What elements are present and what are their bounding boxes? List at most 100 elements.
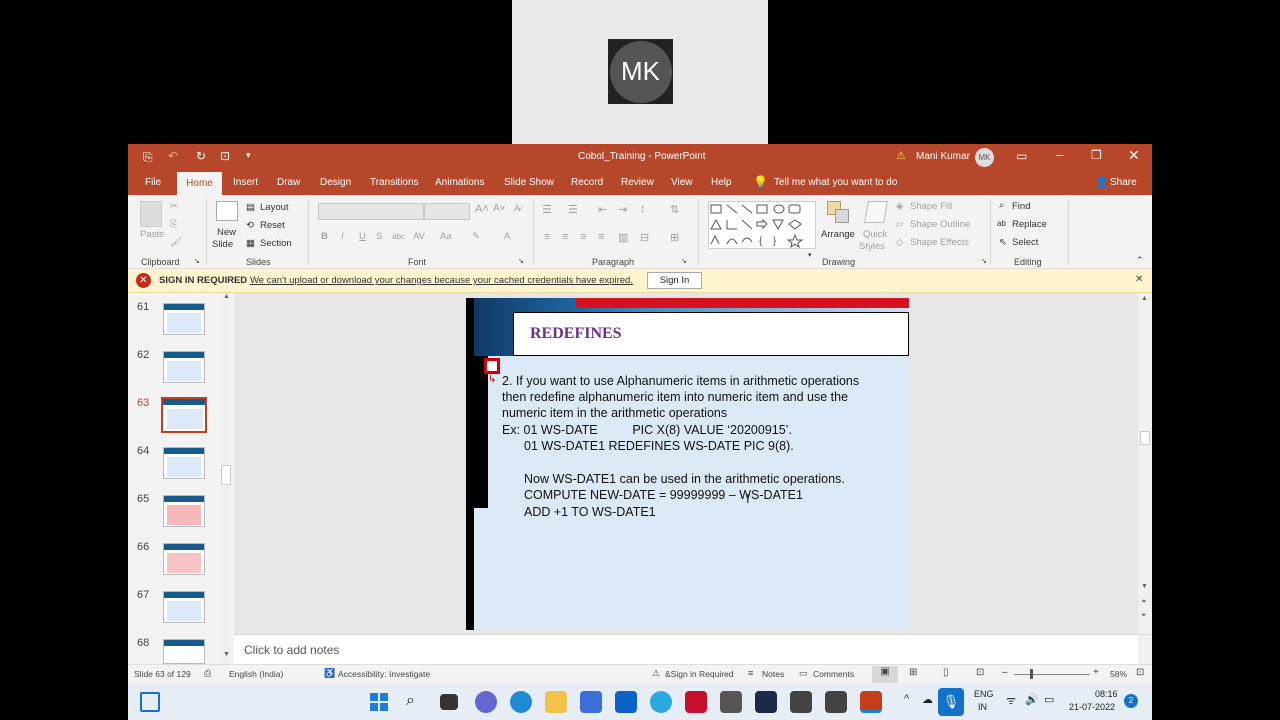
shapes-more-icon[interactable]: ▾ [808, 251, 812, 259]
new-slide-button-label2[interactable]: Slide [212, 239, 233, 250]
tab-design[interactable]: Design [320, 177, 351, 188]
tab-record[interactable]: Record [571, 177, 603, 188]
slide-thumbnail[interactable] [163, 447, 205, 479]
minimize-icon[interactable]: – [1056, 147, 1063, 162]
language-line1[interactable]: ENG [974, 689, 994, 699]
scroll-down-icon[interactable]: ▼ [223, 651, 230, 658]
slide-thumbnail[interactable] [163, 543, 205, 575]
bullets-icon[interactable]: ☰ [542, 203, 552, 216]
sign-in-button[interactable]: Sign In [647, 272, 702, 289]
section-button[interactable]: Section [260, 238, 292, 249]
numbering-icon[interactable]: ☰ [568, 203, 578, 216]
paragraph-launcher-icon[interactable]: ↘ [681, 257, 687, 265]
store-icon[interactable] [580, 691, 602, 713]
clipboard-launcher-icon[interactable]: ↘ [194, 257, 200, 265]
drawing-launcher-icon[interactable]: ↘ [981, 257, 987, 265]
clock-date[interactable]: 21-07-2022 [1069, 702, 1115, 712]
app-icon-5[interactable] [825, 691, 847, 713]
slide-thumbnail-selected[interactable] [161, 397, 207, 433]
tab-slide-show[interactable]: Slide Show [504, 177, 554, 188]
format-painter-icon[interactable]: 🖌 [170, 237, 182, 248]
slide-text-line[interactable]: Now WS-DATE1 can be used in the arithmet… [524, 471, 845, 488]
align-left-icon[interactable]: ≡ [544, 231, 550, 243]
clock-time[interactable]: 08:16 [1095, 689, 1118, 699]
align-text-icon[interactable]: ⊟ [640, 231, 649, 244]
slide-thumbnail[interactable] [163, 351, 205, 383]
shapes-gallery[interactable]: {} [708, 201, 816, 249]
thumbnail-scrollbar[interactable]: ▲ ▼ [221, 293, 231, 664]
slide-text-line[interactable]: Ex: 01 WS-DATE PIC X(8) VALUE ‘20200915’… [502, 422, 792, 439]
editor-scroll-thumb[interactable] [1140, 431, 1150, 445]
comments-button[interactable]: Comments [813, 669, 854, 679]
file-explorer-icon[interactable] [545, 691, 567, 713]
spelling-icon[interactable]: ⎙ [204, 668, 211, 679]
italic-button[interactable]: I [341, 231, 344, 242]
zoom-slider[interactable] [1014, 674, 1090, 675]
microphone-icon[interactable]: 🎙 [938, 688, 964, 716]
user-avatar[interactable]: MK [975, 148, 994, 167]
quick-styles-button[interactable]: Quick [863, 229, 887, 240]
slide-title-box[interactable]: REDEFINES [513, 312, 909, 356]
thumbnail-scroll-thumb[interactable] [221, 465, 231, 485]
highlight-icon[interactable]: ✎ [472, 231, 480, 242]
mcafee-icon[interactable] [685, 691, 707, 713]
shape-fill-button[interactable]: Shape Fill [910, 201, 952, 212]
tab-file[interactable]: File [145, 177, 161, 188]
shape-effects-button[interactable]: Shape Effects [910, 237, 969, 248]
slide-sorter-icon[interactable]: ⊞ [909, 667, 917, 678]
decrease-font-icon[interactable]: A˅ [493, 203, 506, 214]
slide-thumbnail[interactable] [163, 639, 205, 664]
notes-pane[interactable]: Click to add notes [234, 634, 1152, 665]
edge-icon[interactable] [510, 691, 532, 713]
share-button[interactable]: Share [1110, 177, 1137, 188]
slide-thumbnail[interactable] [163, 591, 205, 623]
layout-button[interactable]: Layout [260, 202, 289, 213]
notes-scrollbar[interactable] [1138, 635, 1152, 665]
zoom-in-icon[interactable]: + [1093, 667, 1099, 678]
underline-button[interactable]: U [359, 231, 366, 242]
font-size-box[interactable] [424, 203, 470, 220]
slide-text-line[interactable]: 01 WS-DATE1 REDEFINES WS-DATE PIC 9(8). [524, 438, 794, 455]
teams-chat-icon[interactable] [475, 691, 497, 713]
previous-slide-icon[interactable]: ⏶ [1141, 598, 1147, 606]
slide-text-line[interactable]: 2. If you want to use Alphanumeric items… [502, 373, 859, 390]
shape-outline-button[interactable]: Shape Outline [910, 219, 970, 230]
new-slide-icon[interactable] [216, 201, 238, 221]
cut-icon[interactable]: ✂ [170, 201, 178, 212]
slide-text-line[interactable]: numeric item in the arithmetic operation… [502, 405, 727, 422]
columns-icon[interactable]: ▥ [618, 231, 628, 244]
zoom-level[interactable]: 58% [1110, 669, 1127, 679]
editor-scrollbar[interactable]: ▲ ▼ ⏶ ⏷ [1138, 293, 1152, 634]
restore-icon[interactable]: ❐ [1091, 148, 1102, 162]
strikethrough-button[interactable]: abc [392, 232, 405, 241]
normal-view-icon[interactable]: ▣ [872, 666, 898, 683]
bold-button[interactable]: B [321, 231, 328, 242]
customize-toolbar-icon[interactable]: ▾ [246, 150, 251, 161]
slide-thumbnail[interactable] [163, 303, 205, 335]
signin-status[interactable]: &Sign in Required [665, 669, 734, 679]
font-name-box[interactable] [318, 203, 424, 220]
scroll-up-icon[interactable]: ▲ [223, 293, 230, 300]
undo-icon[interactable]: ↶ [168, 149, 178, 163]
decrease-indent-icon[interactable]: ⇤ [598, 203, 607, 216]
tab-help[interactable]: Help [711, 177, 732, 188]
notification-badge[interactable]: 2 [1124, 694, 1138, 708]
app-icon-4[interactable] [790, 691, 812, 713]
increase-font-icon[interactable]: A˄ [475, 203, 489, 215]
language-indicator[interactable]: English (India) [229, 669, 283, 679]
app-icon-3[interactable] [720, 691, 742, 713]
dismiss-bar-icon[interactable]: ✕ [1135, 274, 1143, 285]
notes-button[interactable]: Notes [762, 669, 784, 679]
task-view-icon[interactable] [440, 694, 458, 710]
search-icon[interactable]: ⌕ [406, 692, 415, 710]
tab-insert[interactable]: Insert [233, 177, 258, 188]
show-hidden-icons[interactable]: ^ [904, 693, 909, 705]
accessibility-status[interactable]: Accessibility: Investigate [338, 669, 430, 679]
slide-text-line[interactable]: then redefine alphanumeric item into num… [502, 389, 848, 406]
tab-view[interactable]: View [671, 177, 693, 188]
align-center-icon[interactable]: ≡ [562, 231, 568, 243]
widgets-icon[interactable] [140, 692, 160, 712]
reset-button[interactable]: Reset [260, 220, 285, 231]
reading-view-icon[interactable]: ▯ [943, 667, 949, 678]
selection-handle[interactable] [484, 358, 500, 374]
